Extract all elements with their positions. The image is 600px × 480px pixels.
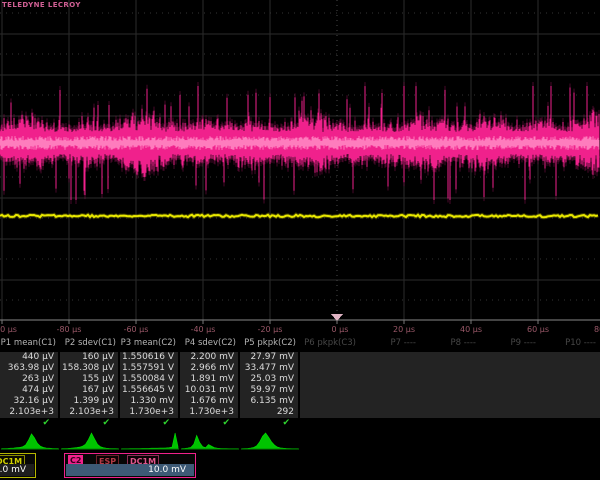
measure-max-P5: 59.97 mV bbox=[240, 385, 298, 396]
table-row: ✔ ✔ ✔ ✔ ✔ bbox=[0, 418, 600, 429]
measure-mean-P4: 2.966 mV bbox=[180, 363, 238, 374]
channel-c1-descriptor[interactable]: C1 DC1M 10.0 mV bbox=[0, 453, 36, 478]
measure-sdev-P4: 1.676 mV bbox=[180, 396, 238, 407]
table-row: 363.98 µV158.308 µV1.557591 V2.966 mV33.… bbox=[0, 363, 600, 374]
measure-value-P2: 160 µV bbox=[60, 352, 118, 363]
P1-histicon[interactable] bbox=[1, 431, 59, 451]
measure-col-header-P5[interactable]: P5 pkpk(C2) bbox=[240, 338, 300, 349]
measure-value-P3: 1.550616 V bbox=[120, 352, 178, 363]
table-row-filler bbox=[300, 374, 600, 385]
measure-value-P5: 27.97 mV bbox=[240, 352, 298, 363]
P3-histicon[interactable] bbox=[121, 431, 179, 451]
measure-num-P5: 292 bbox=[240, 407, 298, 418]
measure-status-ok-icon: ✔ bbox=[60, 418, 114, 429]
measure-sdev-P2: 1.399 µV bbox=[60, 396, 118, 407]
measure-col-header-P7[interactable]: P7 ---- bbox=[360, 338, 420, 349]
measure-status-ok-icon: ✔ bbox=[180, 418, 234, 429]
table-row: 32.16 µV1.399 µV1.330 mV1.676 mV6.135 mV bbox=[0, 396, 600, 407]
measure-min-P5: 25.03 mV bbox=[240, 374, 298, 385]
table-row-filler bbox=[300, 352, 600, 363]
waveform-display[interactable] bbox=[0, 0, 600, 335]
measure-max-P2: 167 µV bbox=[60, 385, 118, 396]
measure-status-ok-icon: ✔ bbox=[0, 418, 54, 429]
measure-col-header-P9[interactable]: P9 ---- bbox=[480, 338, 540, 349]
channel-c2-descriptor[interactable]: C2 ESP DC1M 10.0 mV bbox=[64, 453, 196, 478]
measure-num-P4: 1.730e+3 bbox=[180, 407, 238, 418]
table-row: 474 µV167 µV1.556645 V10.031 mV59.97 mV bbox=[0, 385, 600, 396]
P5-histicon[interactable] bbox=[241, 431, 299, 451]
P4-histicon[interactable] bbox=[181, 431, 239, 451]
measure-sdev-P5: 6.135 mV bbox=[240, 396, 298, 407]
measure-col-header-P6[interactable]: P6 pkpk(C3) bbox=[300, 338, 360, 349]
table-row-filler bbox=[300, 385, 600, 396]
P2-histicon[interactable] bbox=[61, 431, 119, 451]
measure-col-header-P2[interactable]: P2 sdev(C1) bbox=[60, 338, 120, 349]
measure-num-P3: 1.730e+3 bbox=[120, 407, 178, 418]
table-row-filler bbox=[300, 363, 600, 374]
measure-col-header-P10[interactable]: P10 ---- bbox=[540, 338, 600, 349]
measure-col-header-P3[interactable]: P3 mean(C2) bbox=[120, 338, 180, 349]
measurement-table: P1 mean(C1)P2 sdev(C1)P3 mean(C2)P4 sdev… bbox=[0, 338, 600, 430]
measure-mean-P5: 33.477 mV bbox=[240, 363, 298, 374]
measure-col-header-P1[interactable]: P1 mean(C1) bbox=[0, 338, 60, 349]
measure-status-ok-icon: ✔ bbox=[240, 418, 294, 429]
measure-col-header-P4[interactable]: P4 sdev(C2) bbox=[180, 338, 240, 349]
measure-max-P3: 1.556645 V bbox=[120, 385, 178, 396]
measure-mean-P2: 158.308 µV bbox=[60, 363, 118, 374]
measure-sdev-P3: 1.330 mV bbox=[120, 396, 178, 407]
measure-min-P3: 1.550084 V bbox=[120, 374, 178, 385]
c2-scale-value: 10.0 mV bbox=[66, 464, 194, 476]
measure-mean-P3: 1.557591 V bbox=[120, 363, 178, 374]
measure-value-P4: 2.200 mV bbox=[180, 352, 238, 363]
measure-min-P1: 263 µV bbox=[0, 374, 58, 385]
measure-max-P1: 474 µV bbox=[0, 385, 58, 396]
table-row-filler bbox=[300, 396, 600, 407]
measure-value-P1: 440 µV bbox=[0, 352, 58, 363]
c1-scale-value: 10.0 mV bbox=[0, 464, 34, 476]
oscilloscope-screen: -100 µs-80 µs-60 µs-40 µs-20 µs0 µs20 µs… bbox=[0, 0, 600, 480]
measure-min-P4: 1.891 mV bbox=[180, 374, 238, 385]
table-row: P1 mean(C1)P2 sdev(C1)P3 mean(C2)P4 sdev… bbox=[0, 338, 600, 349]
table-row: 263 µV155 µV1.550084 V1.891 mV25.03 mV bbox=[0, 374, 600, 385]
measure-min-P2: 155 µV bbox=[60, 374, 118, 385]
table-row-filler bbox=[300, 407, 600, 418]
measure-max-P4: 10.031 mV bbox=[180, 385, 238, 396]
table-row: 2.103e+32.103e+31.730e+31.730e+3292 bbox=[0, 407, 600, 418]
bottom-bar: C1 DC1M 10.0 mV C2 ESP DC1M 10.0 mV + HD… bbox=[0, 452, 600, 480]
measure-num-P2: 2.103e+3 bbox=[60, 407, 118, 418]
measure-status-ok-icon: ✔ bbox=[120, 418, 174, 429]
table-row: 440 µV160 µV1.550616 V2.200 mV27.97 mV bbox=[0, 352, 600, 363]
brand-logo: TELEDYNE LECROY bbox=[2, 1, 81, 10]
measure-sdev-P1: 32.16 µV bbox=[0, 396, 58, 407]
measure-num-P1: 2.103e+3 bbox=[0, 407, 58, 418]
measure-mean-P1: 363.98 µV bbox=[0, 363, 58, 374]
measure-col-header-P8[interactable]: P8 ---- bbox=[420, 338, 480, 349]
